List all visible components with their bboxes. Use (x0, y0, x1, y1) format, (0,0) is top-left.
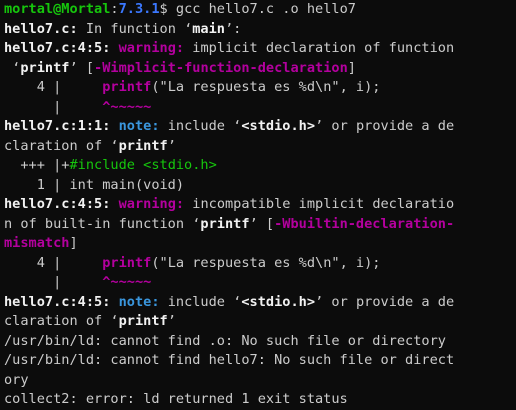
caret-marker: ^~~~~~ (102, 274, 152, 290)
line-text: ‘ (4, 59, 21, 76)
terminal-line-18: /usr/bin/ld: cannot find .o: No such fil… (4, 332, 516, 352)
line-text: hello7.c:4:5: (4, 196, 111, 212)
terminal-line-19: /usr/bin/ld: cannot find hello7: No such… (4, 351, 516, 371)
terminal-line-17: claration of ‘printf’ (4, 312, 516, 332)
line-text: 4 | (4, 79, 103, 95)
prompt-command: $ gcc hello7.c .o hello7 (159, 1, 356, 17)
line-text: /usr/bin/ld: cannot find hello7: No such… (4, 352, 455, 368)
line-text: hello7.c:4:5: (4, 40, 111, 56)
line-text: ’ or provide a de (315, 118, 455, 134)
prompt-separator: : (110, 1, 119, 17)
line-text: main (192, 20, 225, 37)
line-text: hello7.c: (4, 20, 78, 37)
code-highlight: printf (102, 79, 152, 95)
terminal-line-15: | ^~~~~~ (4, 273, 516, 293)
code-highlight: printf (102, 254, 152, 271)
terminal-line-10: 1 | int main(void) (4, 176, 516, 196)
note-label: note: (118, 293, 160, 310)
terminal-line-16: hello7.c:4:5: note: include ‘<stdio.h>’ … (4, 293, 516, 313)
terminal-line-6: | ^~~~~~ (4, 98, 516, 118)
line-text: printf (200, 215, 250, 232)
line-text: ] (69, 235, 78, 251)
line-text: ’ (167, 313, 176, 329)
line-text (110, 118, 118, 134)
prompt-path: 7.3.1 (118, 1, 160, 17)
line-text: ’ (167, 137, 176, 154)
line-text: ’ [ (69, 59, 95, 76)
line-text: ("La respuesta es %d\n", i); (151, 254, 381, 271)
caret-marker: ^~~~~~ (102, 98, 152, 115)
line-text: hello7.c:4:5: (4, 293, 111, 310)
line-text: hello7.c:1:1: (4, 118, 111, 134)
line-text: 4 | (4, 254, 103, 271)
line-text: <stdio.h> (241, 293, 316, 310)
line-text: printf (118, 313, 168, 329)
warning-flag: mismatch (4, 235, 70, 251)
warning-flag: -Wimplicit-function-declaration (94, 59, 348, 76)
line-text: <stdio.h> (241, 118, 316, 134)
line-text: +++ |+ (4, 157, 70, 173)
line-text: ] (347, 59, 356, 76)
terminal-line-4: ‘printf’ [-Wimplicit-function-declaratio… (4, 59, 516, 79)
line-text: collect2: error: ld returned 1 exit stat… (4, 391, 348, 407)
line-text: | (4, 98, 103, 115)
line-text: ("La respuesta es %d\n", i); (151, 79, 381, 95)
prompt-user: mortal@Mortal (4, 1, 111, 17)
line-text: incompatible implicit declaratio (184, 196, 455, 212)
terminal-line-2: hello7.c: In function ‘main’: (4, 20, 516, 40)
line-text: claration of ‘ (4, 137, 119, 154)
terminal-line-8: claration of ‘printf’ (4, 137, 516, 157)
terminal-line-13: mismatch] (4, 234, 516, 254)
line-text: ’ [ (249, 215, 275, 232)
terminal-line-14: 4 | printf("La respuesta es %d\n", i); (4, 254, 516, 274)
terminal-line-9: +++ |+#include <stdio.h> (4, 156, 516, 176)
line-text (110, 196, 118, 212)
line-text: ’: (225, 20, 242, 37)
line-text: /usr/bin/ld: cannot find .o: No such fil… (4, 332, 446, 349)
warning-label: warning: (118, 40, 185, 56)
line-text: n of built-in function ‘ (4, 215, 201, 232)
line-text: printf (118, 137, 168, 154)
terminal-line-11: hello7.c:4:5: warning: incompatible impl… (4, 195, 516, 215)
line-text: include ‘ (159, 118, 242, 134)
warning-flag: -Wbuiltin-declaration- (274, 215, 455, 232)
line-text: ’ or provide a de (315, 293, 455, 310)
line-text (110, 40, 118, 56)
terminal-line-1: mortal@Mortal:7.3.1$ gcc hello7.c .o hel… (4, 0, 516, 20)
line-text: ory (4, 371, 29, 388)
line-text: claration of ‘ (4, 313, 119, 329)
terminal-line-3: hello7.c:4:5: warning: implicit declarat… (4, 39, 516, 59)
note-label: note: (118, 118, 160, 134)
line-text: include ‘ (159, 293, 242, 310)
line-text: In function ‘ (77, 20, 193, 37)
line-text (110, 294, 118, 310)
terminal-output[interactable]: mortal@Mortal:7.3.1$ gcc hello7.c .o hel… (0, 0, 516, 407)
terminal-line-20: ory (4, 371, 516, 391)
line-text: | (4, 274, 103, 290)
warning-label: warning: (118, 196, 185, 212)
fixit-insert: #include <stdio.h> (69, 157, 217, 173)
terminal-line-12: n of built-in function ‘printf’ [-Wbuilt… (4, 215, 516, 235)
terminal-line-5: 4 | printf("La respuesta es %d\n", i); (4, 78, 516, 98)
terminal-line-7: hello7.c:1:1: note: include ‘<stdio.h>’ … (4, 117, 516, 137)
line-text: 1 | int main(void) (4, 176, 185, 193)
line-text: printf (20, 59, 70, 76)
line-text: implicit declaration of function (184, 40, 455, 56)
